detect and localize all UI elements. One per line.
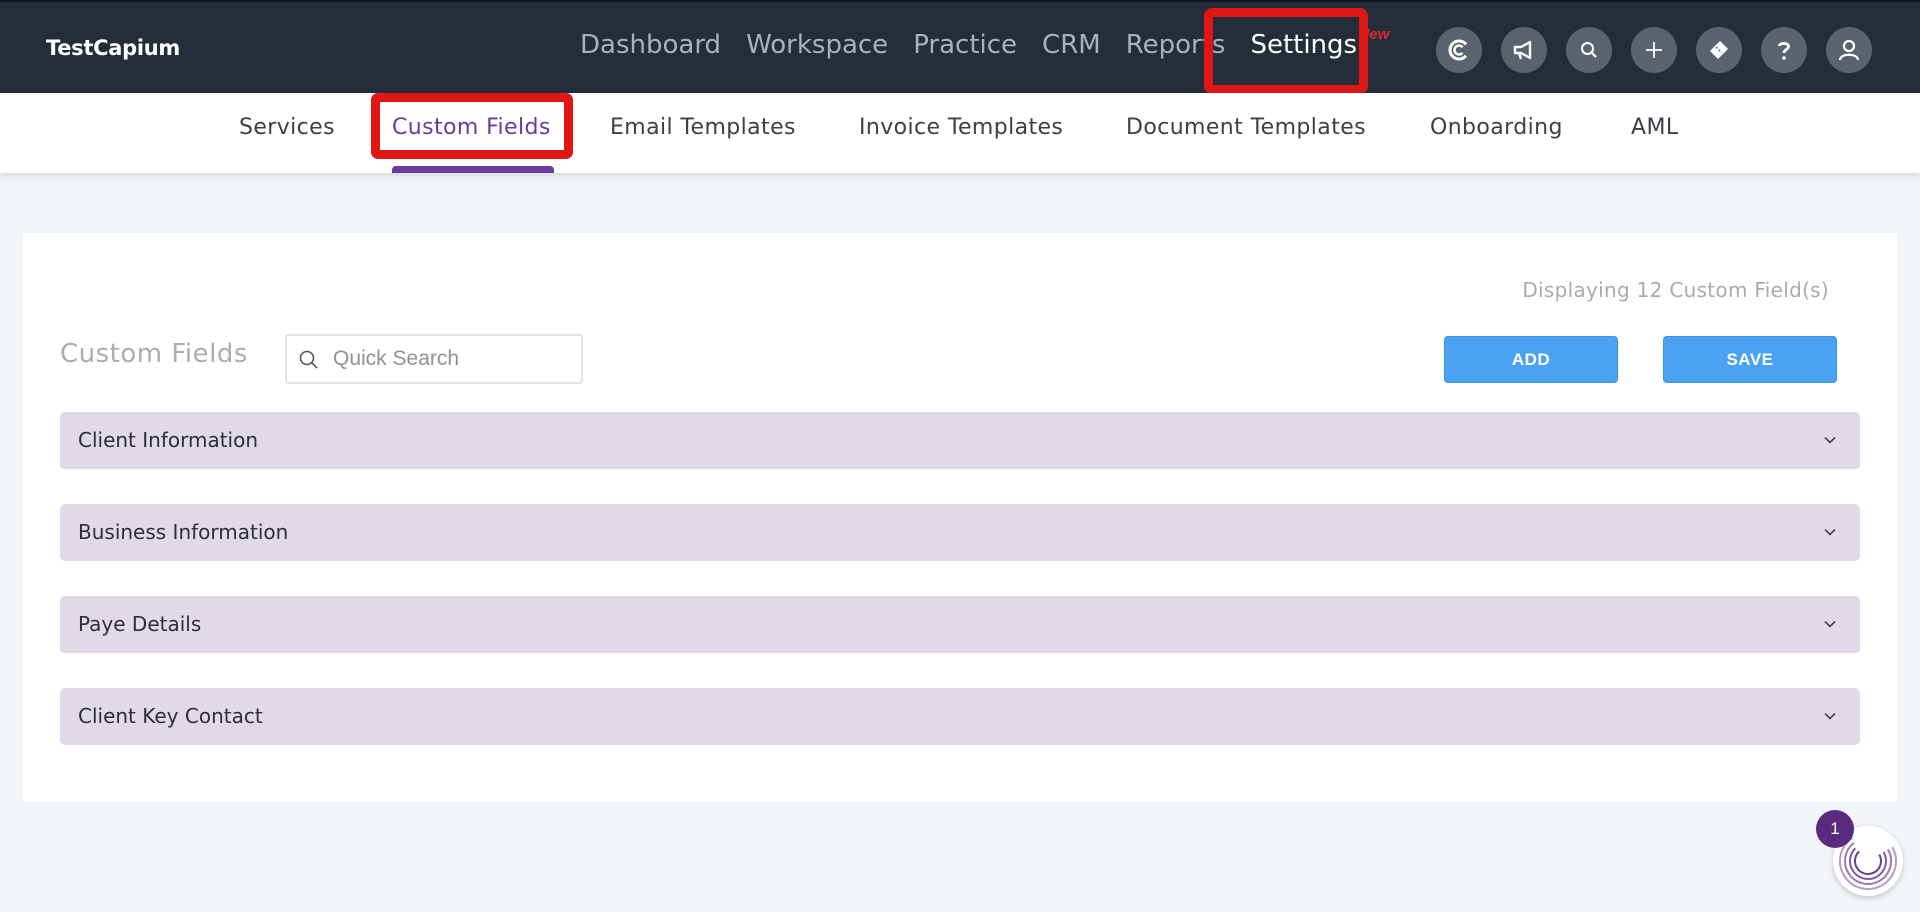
chevron-down-icon — [1824, 712, 1836, 720]
help-icon[interactable] — [1761, 27, 1807, 73]
tab-custom-fields[interactable]: Custom Fields — [392, 115, 551, 140]
nav-settings-wrap: Settings New — [1250, 26, 1389, 60]
quick-search-input[interactable] — [333, 347, 573, 371]
active-tab-indicator — [392, 166, 554, 173]
page-title: Custom Fields — [60, 339, 248, 369]
capium-icon[interactable] — [1436, 27, 1482, 73]
nav-settings[interactable]: Settings — [1250, 30, 1357, 60]
custom-field-count: Displaying 12 Custom Field(s) — [1522, 278, 1829, 302]
chevron-down-icon — [1824, 436, 1836, 444]
nav-crm[interactable]: CRM — [1042, 30, 1101, 60]
ticket-icon[interactable] — [1696, 27, 1742, 73]
search-icon — [299, 350, 318, 369]
brand-name[interactable]: TestCapium — [46, 36, 180, 60]
section-label: Paye Details — [78, 612, 202, 636]
main-nav: Dashboard Workspace Practice CRM Reports… — [580, 26, 1389, 60]
new-badge: New — [1358, 26, 1390, 43]
chevron-down-icon — [1824, 620, 1836, 628]
megaphone-icon[interactable] — [1501, 27, 1547, 73]
chevron-down-icon — [1824, 528, 1836, 536]
section-client-information[interactable]: Client Information — [60, 412, 1860, 469]
tab-document-templates[interactable]: Document Templates — [1126, 115, 1366, 140]
tab-email-templates[interactable]: Email Templates — [610, 115, 796, 140]
add-button[interactable]: ADD — [1444, 336, 1618, 383]
search-icon[interactable] — [1566, 27, 1612, 73]
section-paye-details[interactable]: Paye Details — [60, 596, 1860, 653]
settings-subnav: Services Custom Fields Email Templates I… — [0, 93, 1920, 173]
top-navbar: TestCapium Dashboard Workspace Practice … — [0, 0, 1920, 93]
nav-reports[interactable]: Reports — [1126, 30, 1226, 60]
section-label: Client Key Contact — [78, 704, 263, 728]
section-label: Client Information — [78, 428, 259, 452]
chat-notification-badge: 1 — [1816, 810, 1854, 848]
tab-onboarding[interactable]: Onboarding — [1430, 115, 1563, 140]
nav-workspace[interactable]: Workspace — [746, 30, 888, 60]
custom-fields-panel: Displaying 12 Custom Field(s) Custom Fie… — [23, 233, 1897, 802]
section-business-information[interactable]: Business Information — [60, 504, 1860, 561]
tab-invoice-templates[interactable]: Invoice Templates — [859, 115, 1063, 140]
quick-search-box[interactable] — [285, 334, 583, 384]
save-button[interactable]: SAVE — [1663, 336, 1837, 383]
section-client-key-contact[interactable]: Client Key Contact — [60, 688, 1860, 745]
plus-icon[interactable] — [1631, 27, 1677, 73]
tab-aml[interactable]: AML — [1631, 115, 1679, 140]
nav-dashboard[interactable]: Dashboard — [580, 30, 721, 60]
user-icon[interactable] — [1826, 27, 1872, 73]
section-label: Business Information — [78, 520, 289, 544]
nav-practice[interactable]: Practice — [913, 30, 1017, 60]
tab-services[interactable]: Services — [239, 115, 335, 140]
toolbar-icons — [1436, 27, 1891, 73]
